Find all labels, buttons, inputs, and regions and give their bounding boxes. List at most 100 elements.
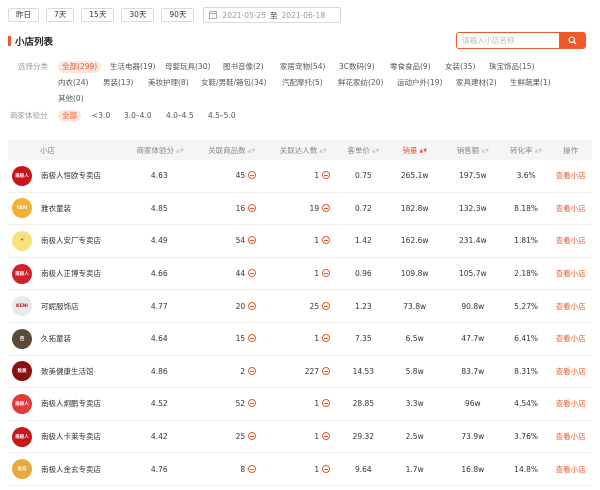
conversion-cell: 5.27%	[514, 301, 538, 311]
category-chip[interactable]: 家具建材(2)	[456, 77, 497, 89]
score-chip[interactable]: 4.0–4.5	[166, 110, 194, 122]
amount-cell: 96w	[464, 399, 481, 409]
category-chip[interactable]: 家居宠物(54)	[280, 61, 325, 73]
store-cell[interactable]: 金玄 南极人金玄专卖店	[8, 459, 122, 480]
category-chip[interactable]: 美妆护理(8)	[148, 77, 189, 89]
category-chip[interactable]: 鲜花家纺(20)	[338, 77, 383, 89]
category-chip[interactable]: 内衣(24)	[58, 77, 88, 89]
score-chip[interactable]: 4.5–5.0	[208, 110, 236, 122]
search-button[interactable]	[559, 33, 585, 48]
category-chip[interactable]: 女鞋/男鞋/箱包(34)	[201, 77, 266, 89]
category-chip[interactable]: 珠宝饰品(15)	[489, 61, 534, 73]
trend-icon[interactable]	[322, 464, 331, 473]
store-cell[interactable]: 致美 致美健康生活馆	[8, 361, 122, 382]
view-store-link[interactable]: 查看小店	[549, 398, 592, 409]
store-logo: 南极人	[12, 426, 32, 447]
trend-icon[interactable]	[248, 464, 257, 473]
store-cell[interactable]: 芭久拓童装	[8, 328, 122, 349]
table-row: YAYI 雅衣童装 4.85 16 19 0.72 182.8w 132.3w 8.18% 查看小…	[8, 193, 592, 226]
store-cell[interactable]: KENI 可妮服饰店	[8, 296, 122, 317]
category-chip[interactable]: 生活电器(19)	[110, 61, 155, 73]
col-conv[interactable]: 转化率 ▲▼	[503, 145, 549, 156]
store-cell[interactable]: 南极人 南极人正博专卖店	[8, 263, 122, 284]
col-goods[interactable]: 关联商品数 ▲▼	[197, 145, 267, 156]
col-score[interactable]: 商家体验分 ▲▼	[123, 145, 197, 156]
trend-icon[interactable]	[248, 171, 257, 180]
search-input[interactable]	[457, 33, 559, 48]
trend-icon[interactable]	[248, 432, 257, 441]
view-store-link[interactable]: 查看小店	[549, 170, 592, 181]
category-chip-all[interactable]: 全部(299)	[58, 61, 102, 73]
trend-icon[interactable]	[248, 399, 257, 408]
trend-icon[interactable]	[248, 203, 257, 212]
store-cell[interactable]: 南极人 南极人炯鹏专卖店	[8, 393, 122, 414]
talent-count: 1	[314, 399, 320, 409]
date-90d-button[interactable]: 90天	[161, 8, 195, 22]
score-chip[interactable]: 3.0–4.0	[124, 110, 152, 122]
category-chip[interactable]: 运动户外(19)	[397, 77, 442, 89]
title-accent-bar	[8, 36, 11, 46]
trend-icon[interactable]	[248, 334, 257, 343]
goods-cell: 2	[196, 366, 266, 376]
date-range-picker[interactable]: 2021-05-25 至 2021-06-18	[203, 7, 342, 23]
category-chip[interactable]: 其他(0)	[58, 93, 84, 105]
trend-icon[interactable]	[322, 366, 331, 375]
category-chip[interactable]: 零食食品(9)	[390, 61, 431, 73]
trend-icon[interactable]	[322, 171, 331, 180]
price-cell: 28.85	[352, 399, 375, 409]
view-store-link[interactable]: 查看小店	[549, 301, 592, 312]
view-store-link[interactable]: 查看小店	[549, 333, 592, 344]
trend-icon[interactable]	[322, 269, 331, 278]
score-chip[interactable]: <3.0	[92, 110, 110, 122]
trend-icon[interactable]	[322, 203, 331, 212]
trend-icon[interactable]	[248, 236, 257, 245]
store-logo: 南极人	[12, 165, 32, 186]
category-chip[interactable]: 图书音像(2)	[223, 61, 264, 73]
score-chip-all[interactable]: 全部	[58, 110, 81, 122]
col-talent[interactable]: 关联达人数 ▲▼	[267, 145, 341, 156]
price-cell: 7.35	[354, 334, 372, 344]
col-amount[interactable]: 销售额 ▲▼	[443, 145, 503, 156]
store-cell[interactable]: ☀ 南极人安厂专卖店	[8, 230, 122, 251]
date-7d-button[interactable]: 7天	[46, 8, 75, 22]
view-store-link[interactable]: 查看小店	[549, 431, 592, 442]
view-store-link[interactable]: 查看小店	[549, 235, 592, 246]
category-chip[interactable]: 汽配摩托(5)	[282, 77, 323, 89]
col-price-label: 客单价	[347, 145, 370, 155]
goods-cell: 8	[196, 464, 266, 474]
category-filter-label: 选择分类	[18, 62, 48, 71]
view-store-link[interactable]: 查看小店	[549, 366, 592, 377]
col-sales[interactable]: 销量 ▲▼	[387, 145, 443, 156]
trend-icon[interactable]	[248, 269, 257, 278]
view-store-link[interactable]: 查看小店	[549, 464, 592, 475]
store-cell[interactable]: 南极人 南极人恒欧专卖店	[8, 165, 122, 186]
category-chip[interactable]: 男装(13)	[103, 77, 133, 89]
table-header: 小店 商家体验分 ▲▼ 关联商品数 ▲▼ 关联达人数 ▲▼ 客单价 ▲▼ 销量 ▲▼ 销售…	[8, 140, 592, 160]
date-yesterday-button[interactable]: 昨日	[8, 8, 39, 22]
trend-icon[interactable]	[322, 432, 331, 441]
store-logo: 金玄	[12, 459, 32, 480]
trend-icon[interactable]	[322, 301, 331, 310]
category-chip[interactable]: 母婴玩具(30)	[165, 61, 210, 73]
store-cell[interactable]: 南极人 南极人卡莱专卖店	[8, 426, 122, 447]
category-chip[interactable]: 3C数码(9)	[339, 61, 375, 73]
table-row: ☀ 南极人安厂专卖店 4.49 54 1 1.42 162.6w 231.4w 1.81% 查看小…	[8, 225, 592, 258]
category-chip[interactable]: 生鲜蔬果(1)	[510, 77, 551, 89]
category-chip[interactable]: 女装(35)	[445, 61, 475, 73]
trend-icon[interactable]	[248, 301, 257, 310]
date-15d-button[interactable]: 15天	[81, 8, 115, 22]
store-cell[interactable]: YAYI 雅衣童装	[8, 198, 122, 219]
amount-cell: 83.7w	[461, 366, 485, 376]
trend-icon[interactable]	[322, 399, 331, 408]
view-store-link[interactable]: 查看小店	[549, 268, 592, 279]
trend-icon[interactable]	[322, 334, 331, 343]
trend-icon[interactable]	[322, 236, 331, 245]
col-conv-label: 转化率	[510, 145, 533, 155]
col-score-label: 商家体验分	[136, 145, 174, 155]
col-price[interactable]: 客单价 ▲▼	[340, 145, 386, 156]
trend-icon[interactable]	[248, 366, 257, 375]
store-name: 可妮服饰店	[41, 301, 79, 311]
score-cell: 4.49	[150, 236, 168, 246]
date-30d-button[interactable]: 30天	[121, 8, 155, 22]
view-store-link[interactable]: 查看小店	[549, 203, 592, 214]
